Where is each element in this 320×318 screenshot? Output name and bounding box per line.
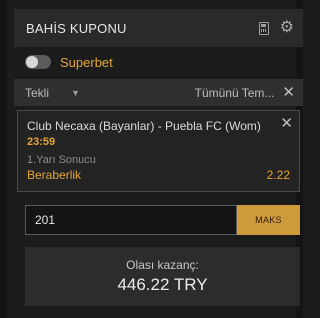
- stake-row: MAKS: [25, 205, 300, 235]
- remove-selection-icon[interactable]: ✕: [280, 116, 293, 131]
- superbet-label: Superbet: [60, 54, 113, 70]
- clear-all-link[interactable]: Tümünü Tem...: [195, 86, 275, 100]
- bet-selection-card: Club Necaxa (Bayanlar) - Puebla FC (Wom)…: [17, 110, 300, 192]
- bet-type-bar: Tekli ▼ Tümünü Tem... ✕: [14, 79, 303, 106]
- bet-slip-title: BAHİS KUPONU: [26, 20, 127, 36]
- bet-slip-panel: BAHİS KUPONU ⚙ Superbet Tekli ▼ Tümünü T…: [0, 0, 303, 318]
- potential-winnings-amount: 446.22 TRY: [117, 275, 208, 294]
- selection-odds: 2.22: [266, 168, 290, 182]
- potential-winnings-box: Olası kazanç: 446.22 TRY: [25, 247, 300, 306]
- bet-slip-header: BAHİS KUPONU ⚙: [14, 9, 303, 47]
- gear-icon[interactable]: ⚙: [280, 20, 294, 36]
- market-name: 1.Yarı Sonucu: [27, 154, 96, 166]
- superbet-row: Superbet: [14, 51, 303, 73]
- match-time: 23:59: [27, 136, 56, 148]
- superbet-toggle[interactable]: [25, 55, 51, 69]
- potential-winnings-label: Olası kazanç:: [126, 258, 199, 272]
- stake-input[interactable]: [25, 205, 237, 235]
- header-icons: ⚙: [258, 20, 303, 36]
- selection-name: Beraberlik: [27, 168, 82, 182]
- chevron-down-icon[interactable]: ▼: [71, 88, 80, 98]
- match-name: Club Necaxa (Bayanlar) - Puebla FC (Wom): [27, 119, 261, 133]
- bet-type-select[interactable]: Tekli: [25, 86, 49, 100]
- calculator-icon[interactable]: [258, 21, 269, 35]
- selection-row: Beraberlik 2.22: [27, 168, 291, 182]
- clear-all-close-icon[interactable]: ✕: [282, 85, 295, 100]
- max-stake-button[interactable]: MAKS: [237, 205, 300, 235]
